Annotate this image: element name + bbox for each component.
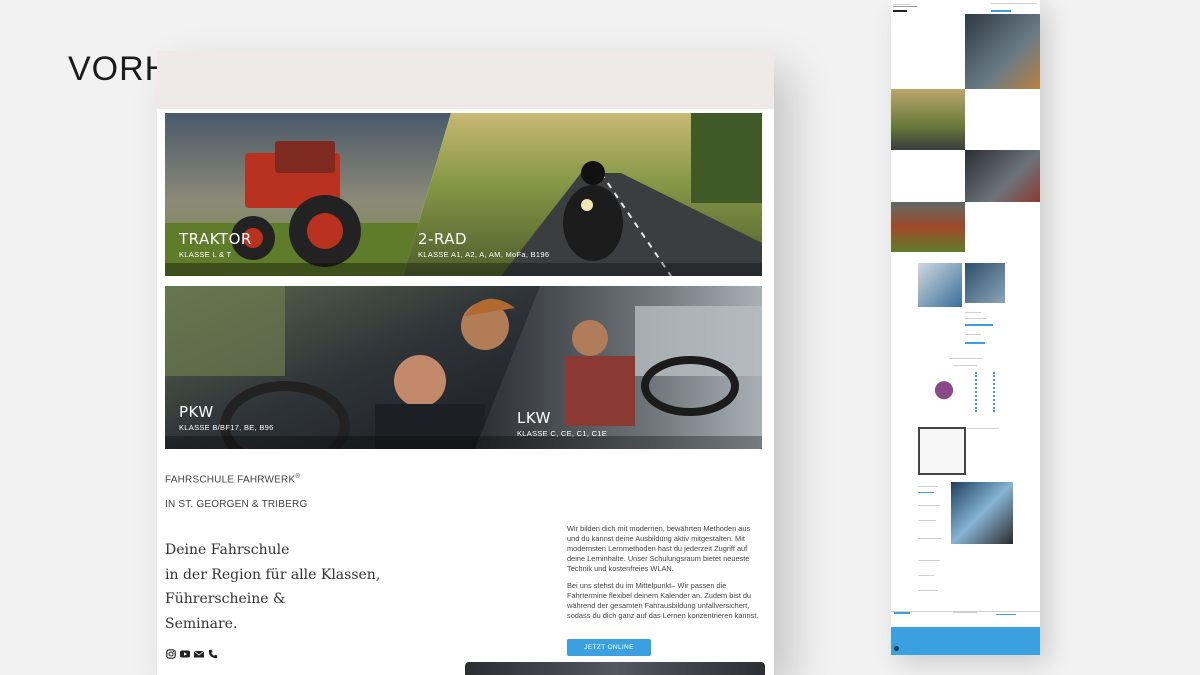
brand-name: FAHRSCHULE FAHRWERK® [165, 474, 300, 485]
social-links [166, 644, 218, 659]
preview-spring-graphic [975, 372, 995, 412]
next-section-image [465, 662, 765, 675]
youtube-icon[interactable] [180, 644, 190, 658]
preview-person-photo [925, 375, 963, 413]
preview-gallery-image [951, 482, 1013, 544]
page-headline: Deine Fahrschule in der Region für alle … [165, 538, 425, 636]
hero-subtitle: KLASSE B/BF17, BE, B96 [179, 423, 274, 432]
hero-subtitle: KLASSE C, CE, C1, C1E [517, 429, 608, 438]
website-mockup: TRAKTOR KLASSE L & T 2-RAD KLASSE A1, A2… [157, 51, 774, 675]
brand-text: FAHRSCHULE FAHRWERK [165, 474, 296, 486]
instagram-icon[interactable] [166, 644, 176, 659]
preview-certificate [918, 427, 966, 475]
preview-footer [891, 627, 1040, 655]
brand-location: IN ST. GEORGEN & TRIBERG [165, 499, 308, 510]
preview-pkw-image [965, 14, 1040, 89]
preview-2rad-image [891, 89, 965, 150]
hero-title: TRAKTOR [179, 230, 252, 248]
registered-mark: ® [295, 474, 300, 480]
headline-line: Deine Fahrschule [165, 542, 290, 558]
hero-title: 2-RAD [418, 230, 468, 248]
intro-paragraph: Wir bilden dich mit modernen, bewährten … [567, 524, 751, 574]
preview-lkw-image [965, 150, 1040, 202]
preview-traktor-image [891, 202, 965, 252]
headline-line: Führerscheine & [165, 591, 286, 607]
phone-icon[interactable] [208, 644, 218, 659]
full-page-preview [891, 0, 1040, 655]
hero-tile-2rad[interactable]: 2-RAD KLASSE A1, A2, A, AM, MoFa, B196 [401, 113, 762, 276]
intro-paragraph: Bei uns stehst du im Mittelpunkt– Wir pa… [567, 581, 759, 621]
hero-title: PKW [179, 403, 214, 421]
mail-icon[interactable] [193, 644, 205, 658]
headline-line: in der Region für alle Klassen, [165, 566, 381, 583]
site-header [157, 51, 774, 109]
hero-subtitle: KLASSE L & T [179, 250, 232, 259]
headline-line: Seminare. [165, 615, 238, 632]
hero-tile-lkw[interactable]: LKW KLASSE C, CE, C1, C1E [475, 286, 762, 449]
register-online-button[interactable]: JETZT ONLINE ANMELDEN [567, 639, 651, 668]
hero-title: LKW [517, 409, 551, 427]
hero-subtitle: KLASSE A1, A2, A, AM, MoFa, B196 [418, 250, 550, 259]
